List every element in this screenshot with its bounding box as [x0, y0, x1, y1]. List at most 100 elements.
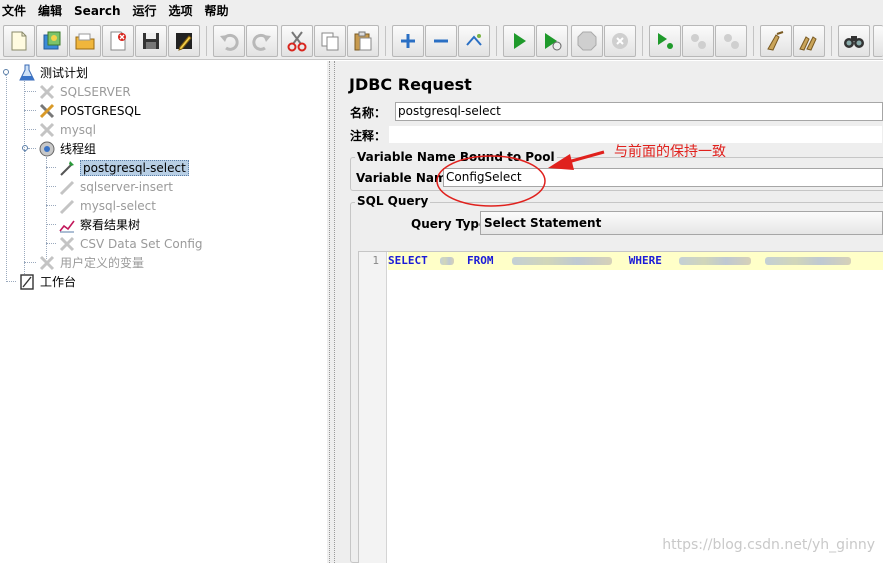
test-plan-tree: 测试计划 SQLSERVER POSTGRESQL mysql 线程组 post… [0, 61, 327, 563]
remote-start-button[interactable] [649, 25, 681, 57]
close-file-button[interactable] [102, 25, 134, 57]
templates-icon [43, 31, 61, 50]
stop-button[interactable] [571, 25, 603, 57]
tree-node-csv-data-set[interactable]: CSV Data Set Config [58, 234, 203, 253]
page-title: JDBC Request [349, 75, 472, 94]
query-type-select[interactable]: Select Statement [480, 211, 883, 235]
expand-button[interactable] [392, 25, 424, 57]
expand-toggle-icon[interactable] [21, 144, 29, 152]
tree-node-label: POSTGRESQL [60, 103, 141, 118]
copy-button[interactable] [314, 25, 346, 57]
tree-node-label: 察看结果树 [80, 218, 141, 232]
menu-search[interactable]: Search [68, 0, 126, 22]
start-icon [514, 33, 526, 49]
tree-node-user-defined-variables[interactable]: 用户定义的变量 [38, 253, 144, 272]
shutdown-button[interactable] [604, 25, 636, 57]
sampler-icon [58, 197, 76, 215]
search-button[interactable] [838, 25, 870, 57]
jdbc-config-icon [38, 121, 56, 139]
tree-node-workbench[interactable]: 工作台 [18, 272, 76, 291]
clear-button[interactable] [760, 25, 792, 57]
redo-icon [252, 33, 271, 51]
menu-run[interactable]: 运行 [126, 0, 162, 22]
clear-all-button[interactable] [793, 25, 825, 57]
expand-toggle-icon[interactable] [2, 68, 10, 76]
cut-button[interactable] [281, 25, 313, 57]
annotation-note: 与前面的保持一致 [614, 144, 726, 160]
undo-button[interactable] [213, 25, 245, 57]
remote-shutdown-icon [724, 34, 739, 49]
tree-node-postgresql[interactable]: POSTGRESQL [38, 101, 141, 120]
expand-icon [401, 34, 415, 48]
tree-node-postgresql-select[interactable]: postgresql-select [58, 158, 189, 177]
clear-icon [767, 31, 784, 51]
collapse-icon [434, 39, 448, 43]
save-icon [143, 33, 159, 49]
redo-button[interactable] [246, 25, 278, 57]
open-button[interactable] [69, 25, 101, 57]
tree-node-label: 线程组 [60, 142, 97, 156]
start-button[interactable] [503, 25, 535, 57]
toggle-button[interactable] [458, 25, 490, 57]
pool-variable-group-title: Variable Name Bound to Pool [355, 150, 557, 164]
jdbc-config-icon [38, 83, 56, 101]
menu-options[interactable]: 选项 [163, 0, 199, 22]
remote-shutdown-button[interactable] [715, 25, 747, 57]
templates-button[interactable] [36, 25, 68, 57]
config-icon [38, 254, 56, 272]
comment-label: 注释： [350, 129, 387, 143]
tree-node-sqlserver-insert[interactable]: sqlserver-insert [58, 177, 173, 196]
paste-button[interactable] [347, 25, 379, 57]
close-icon [110, 31, 126, 51]
clear-all-icon [799, 36, 817, 51]
new-icon [11, 31, 27, 51]
tree-node-label: 工作台 [40, 275, 77, 289]
copy-icon [321, 32, 339, 51]
help-button[interactable] [873, 25, 883, 57]
sql-query-group-title: SQL Query [355, 194, 431, 208]
save-button[interactable] [135, 25, 167, 57]
start-no-pauses-button[interactable] [536, 25, 568, 57]
tree-node-mysql-select[interactable]: mysql-select [58, 196, 156, 215]
tree-node-label: SQLSERVER [60, 84, 131, 99]
tree-node-label: CSV Data Set Config [80, 236, 203, 251]
menu-bar: 文件 编辑 Search 运行 选项 帮助 [0, 0, 883, 22]
sampler-icon [58, 159, 76, 177]
start-no-pause-icon [545, 33, 562, 51]
menu-edit[interactable]: 编辑 [32, 0, 68, 22]
remote-start-icon [658, 33, 673, 49]
tree-node-label: mysql [60, 122, 96, 137]
config-icon [58, 235, 76, 253]
tree-node-thread-group[interactable]: 线程组 [38, 139, 96, 158]
search-icon [844, 36, 864, 48]
sql-keyword-where: WHERE [628, 254, 662, 267]
tree-node-test-plan[interactable]: 测试计划 [18, 63, 88, 82]
redacted-text [512, 257, 613, 265]
undo-icon [220, 33, 239, 51]
remote-stop-icon [691, 34, 706, 49]
new-button[interactable] [3, 25, 35, 57]
name-field[interactable]: postgresql-select [395, 102, 883, 121]
remote-stop-button[interactable] [682, 25, 714, 57]
stop-icon [577, 31, 597, 51]
sql-code-line[interactable]: SELECT FROM WHERE [388, 252, 883, 270]
tree-node-sqlserver[interactable]: SQLSERVER [38, 82, 131, 101]
listener-icon [58, 216, 76, 234]
redacted-text [765, 257, 852, 265]
jdbc-request-panel: JDBC Request 名称： postgresql-select 注释： V… [338, 61, 883, 563]
variable-name-field[interactable]: ConfigSelect [443, 168, 883, 187]
redacted-text [678, 257, 751, 265]
edit-button[interactable] [168, 25, 200, 57]
menu-file[interactable]: 文件 [0, 0, 32, 22]
menu-help[interactable]: 帮助 [199, 0, 235, 22]
tree-node-mysql[interactable]: mysql [38, 120, 96, 139]
line-number: 1 [372, 254, 379, 267]
sql-keyword-select: SELECT [388, 254, 428, 267]
sql-editor[interactable]: 1 SELECT FROM WHERE [358, 251, 883, 563]
toggle-icon [466, 34, 482, 46]
tree-node-view-results-tree[interactable]: 察看结果树 [58, 215, 140, 234]
redacted-text [440, 257, 455, 265]
split-pane-divider[interactable] [327, 61, 338, 563]
collapse-button[interactable] [425, 25, 457, 57]
tree-node-label: mysql-select [80, 198, 156, 213]
